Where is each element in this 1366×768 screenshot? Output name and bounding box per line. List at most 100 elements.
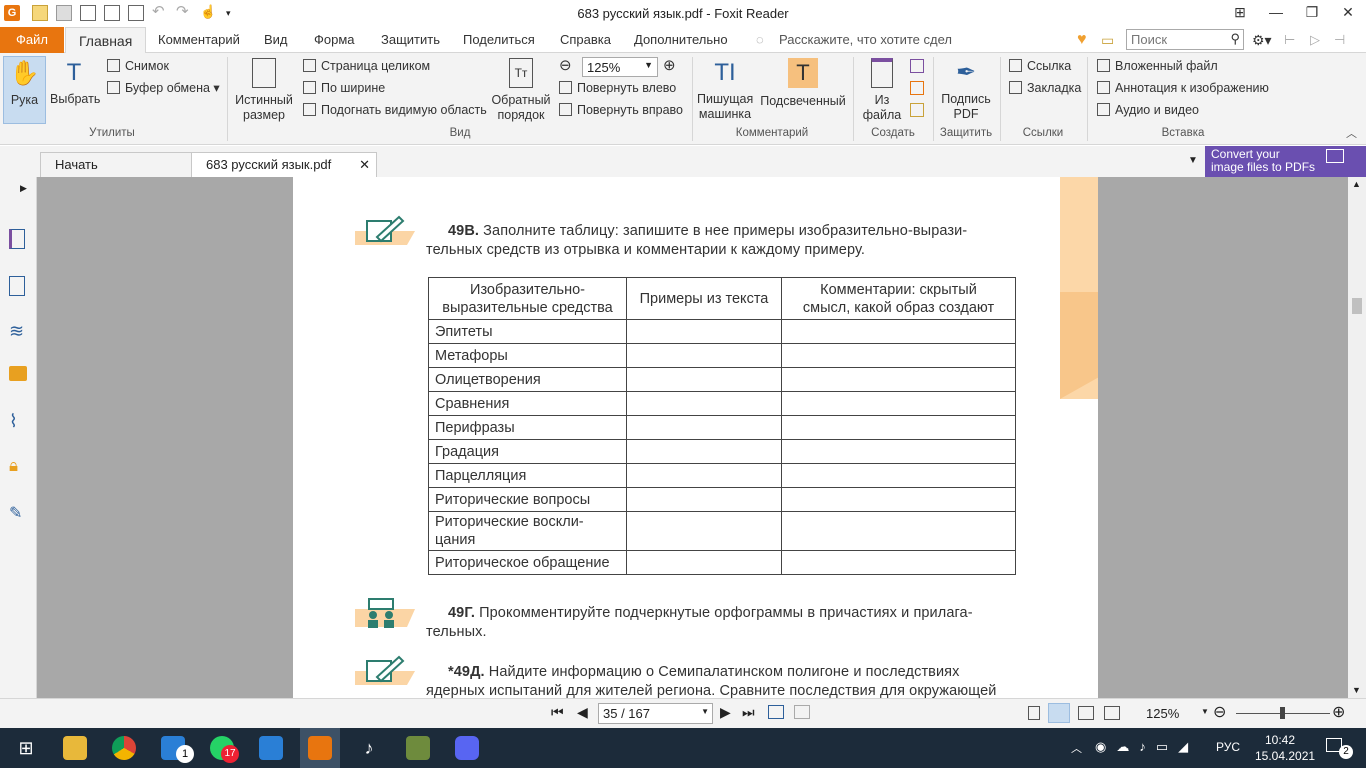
prev-page-icon[interactable]: ◀: [577, 704, 588, 721]
ribbon-options-icon[interactable]: ⊞: [1222, 0, 1258, 26]
tab-protect[interactable]: Защитить: [381, 27, 440, 53]
back-icon[interactable]: ⊢: [1284, 27, 1295, 53]
tab-start[interactable]: Начать: [40, 152, 192, 177]
forward-icon[interactable]: ⊣: [1334, 27, 1345, 53]
search-input[interactable]: Поиск ⚲: [1126, 29, 1244, 50]
bookmark-button[interactable]: Закладка: [1009, 78, 1081, 98]
from-file-icon: [871, 58, 893, 88]
page-thumbnails-icon[interactable]: [9, 229, 25, 249]
snapshot-label: Снимок: [125, 59, 169, 73]
language-indicator[interactable]: РУС: [1216, 740, 1240, 754]
facing-icon[interactable]: [1078, 706, 1094, 720]
next-view-icon[interactable]: [794, 705, 810, 719]
prev-icon[interactable]: ▷: [1310, 27, 1320, 53]
zoom-in-icon[interactable]: ⊕: [663, 56, 676, 76]
snapshot-button[interactable]: Снимок: [107, 56, 169, 76]
promo-banner[interactable]: Convert your image files to PDFs: [1205, 146, 1366, 177]
close-tab-icon[interactable]: ✕: [359, 153, 370, 177]
fit-width-button[interactable]: По ширине: [303, 78, 385, 98]
create-clipboard-icon[interactable]: [910, 103, 924, 117]
heart-icon[interactable]: ♥: [1077, 27, 1087, 53]
select-button[interactable]: T Выбрать: [50, 56, 100, 124]
first-page-icon[interactable]: ⏮: [551, 704, 564, 721]
clipboard-button[interactable]: Буфер обмена ▾: [107, 78, 220, 98]
windows-start-icon[interactable]: ⊞: [14, 736, 38, 760]
continuous-icon[interactable]: [1048, 703, 1070, 723]
tab-form[interactable]: Форма: [314, 27, 355, 53]
pages-icon[interactable]: [9, 276, 25, 296]
zoom-slider-thumb[interactable]: [1280, 707, 1285, 719]
close-button[interactable]: ✕: [1330, 0, 1366, 26]
tab-share[interactable]: Поделиться: [463, 27, 535, 53]
tell-me-input[interactable]: Расскажите, что хотите сдел: [779, 27, 952, 53]
tab-home[interactable]: Главная: [65, 27, 147, 54]
continuous-facing-icon[interactable]: [1104, 706, 1120, 720]
link-button[interactable]: Ссылка: [1009, 56, 1071, 76]
fit-visible-button[interactable]: Подогнать видимую область: [303, 100, 487, 120]
clock[interactable]: 10:42 15.04.2021: [1255, 732, 1315, 764]
collapse-ribbon-icon[interactable]: ︿: [1346, 125, 1357, 141]
zoom-out-icon[interactable]: ⊖: [559, 56, 572, 76]
discord-icon[interactable]: [455, 736, 479, 760]
previous-view-icon[interactable]: [768, 705, 784, 719]
settings-icon[interactable]: ⚙▾: [1252, 27, 1272, 53]
tab-extra[interactable]: Дополнительно: [634, 27, 728, 53]
scroll-up-icon[interactable]: ▲: [1352, 179, 1361, 189]
lock-icon[interactable]: 🔒︎: [9, 456, 29, 476]
tab-view[interactable]: Вид: [264, 27, 288, 53]
zoom-out-icon[interactable]: ⊖: [1213, 702, 1226, 722]
tray-chevron-icon[interactable]: ︿: [1071, 740, 1082, 756]
tab-document[interactable]: 683 русский язык.pdf ✕: [191, 152, 377, 177]
page-number-input[interactable]: 35 / 167 ▼: [598, 703, 713, 724]
mail-badge: 1: [176, 745, 194, 763]
tab-file[interactable]: Файл: [0, 27, 64, 53]
single-page-icon[interactable]: [1028, 706, 1040, 720]
folder-search-icon[interactable]: ▭: [1101, 27, 1114, 53]
scroll-thumb[interactable]: [1352, 298, 1362, 314]
table-cell: Риторическое обращение: [428, 550, 627, 575]
file-explorer-icon[interactable]: [63, 736, 87, 760]
from-file-button[interactable]: Из файла: [860, 56, 904, 124]
search-icon[interactable]: ⚲: [1230, 31, 1240, 47]
image-annotation-button[interactable]: Аннотация к изображению: [1097, 78, 1269, 98]
rotate-right-button[interactable]: Повернуть вправо: [559, 100, 683, 120]
highlight-button[interactable]: T Подсвеченный: [758, 56, 848, 124]
attachments-icon[interactable]: ⌇: [9, 411, 29, 431]
spreadsheet-icon[interactable]: [406, 736, 430, 760]
signature-icon[interactable]: ✎: [9, 503, 29, 523]
tray-icons[interactable]: ◉☁♪▭◢: [1095, 739, 1198, 755]
attachment-button[interactable]: Вложенный файл: [1097, 56, 1218, 76]
zoom-select[interactable]: 125% ▼: [582, 57, 658, 77]
hand-button[interactable]: ✋ Рука: [3, 56, 46, 124]
zoom-slider[interactable]: [1236, 707, 1330, 719]
zoom-dropdown-icon[interactable]: ▼: [1201, 707, 1209, 716]
vertical-scrollbar[interactable]: ▲ ▼: [1348, 177, 1366, 698]
create-blank-icon[interactable]: [910, 59, 924, 73]
camera-icon: [107, 59, 120, 72]
audio-video-button[interactable]: Аудио и видео: [1097, 100, 1199, 120]
chrome-icon[interactable]: [112, 736, 136, 760]
tab-help[interactable]: Справка: [560, 27, 611, 53]
layers-icon[interactable]: ≋: [9, 322, 29, 342]
actual-size-button[interactable]: Истинный размер: [233, 56, 295, 124]
tiktok-icon[interactable]: ♪: [357, 736, 381, 760]
foxit-reader-icon[interactable]: [308, 736, 332, 760]
sign-pdf-button[interactable]: ✒ Подпись PDF: [938, 56, 994, 124]
typewriter-button[interactable]: TI Пишущая машинка: [697, 56, 753, 124]
last-page-icon[interactable]: ⏭: [742, 704, 755, 721]
document-viewer[interactable]: 49В. Заполните таблицу: запишите в нее п…: [37, 177, 1348, 698]
create-scanner-icon[interactable]: [910, 81, 924, 95]
reverse-order-button[interactable]: Tт Обратный порядок: [490, 56, 552, 124]
zoom-in-icon[interactable]: ⊕: [1332, 702, 1345, 722]
tabs-menu-icon[interactable]: ▼: [1188, 155, 1198, 166]
rotate-left-button[interactable]: Повернуть влево: [559, 78, 676, 98]
zoom-level[interactable]: 125%: [1146, 706, 1179, 721]
fit-page-button[interactable]: Страница целиком: [303, 56, 430, 76]
comments-icon[interactable]: [9, 366, 27, 381]
minimize-button[interactable]: —: [1258, 0, 1294, 26]
next-page-icon[interactable]: ▶: [720, 704, 731, 721]
scroll-down-icon[interactable]: ▼: [1352, 685, 1361, 695]
tab-comment[interactable]: Комментарий: [158, 27, 240, 53]
photos-icon[interactable]: [259, 736, 283, 760]
maximize-button[interactable]: ❐: [1294, 0, 1330, 26]
